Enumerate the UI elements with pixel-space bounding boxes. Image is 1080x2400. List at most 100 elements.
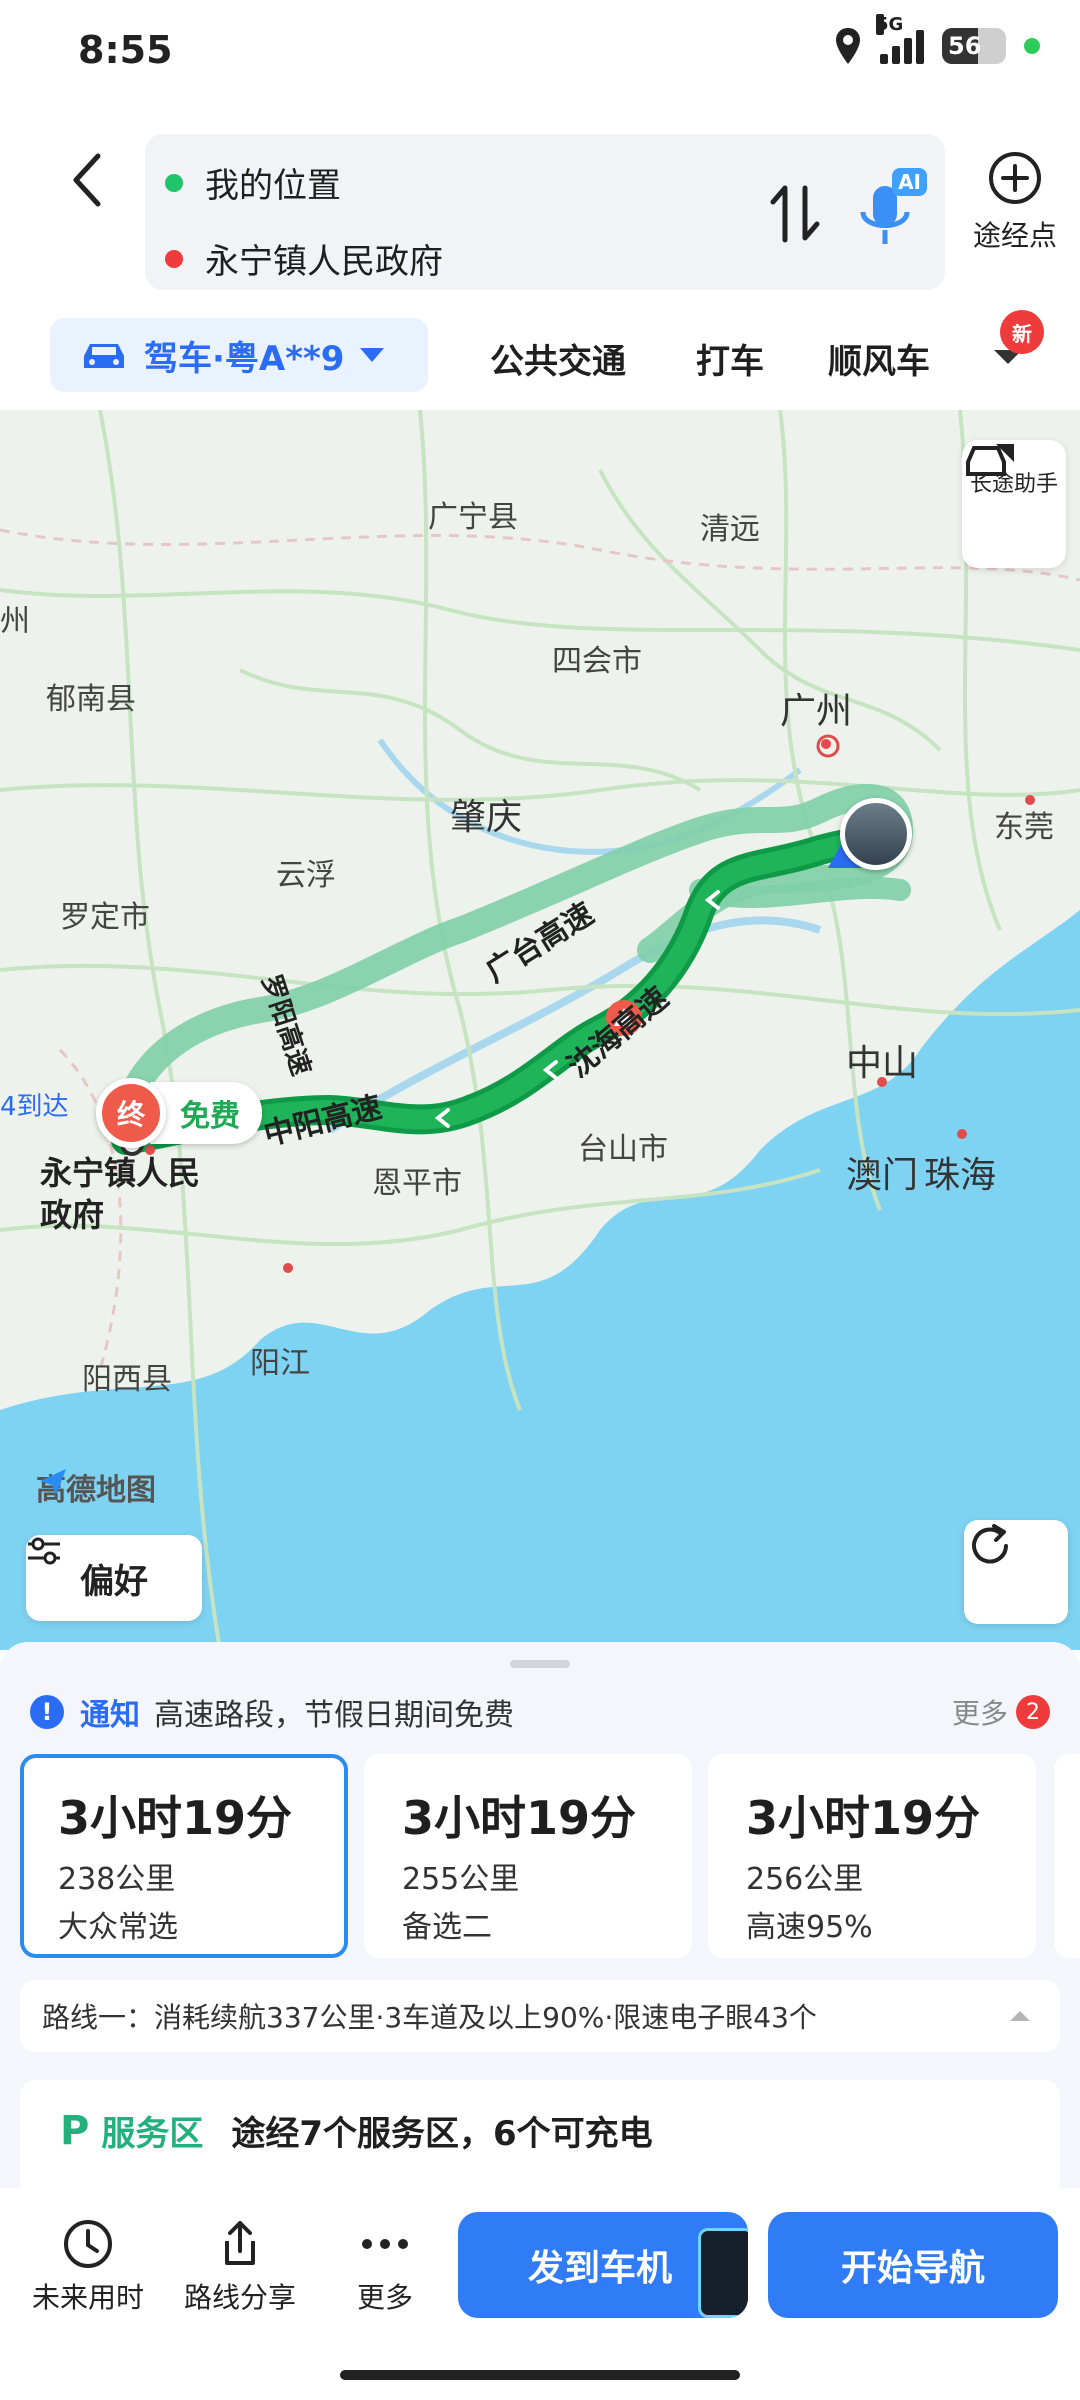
map-label: 清远	[700, 512, 760, 547]
bottom-action-bar: 未来用时 路线分享 更多 发到车机 开始导航	[0, 2188, 1080, 2400]
route-tag: 备选二	[402, 1910, 492, 1945]
map-label: 珠海	[924, 1155, 997, 1196]
notice-tag: 通知	[80, 1698, 140, 1733]
route-distance: 255公里	[402, 1862, 520, 1897]
destination-map-label: 永宁镇人民政府	[40, 1154, 201, 1234]
destination-dot-icon	[165, 249, 183, 268]
share-icon	[225, 2221, 255, 2265]
notice-more-button[interactable]: 更多 2	[952, 1692, 1050, 1732]
network-type: 5G	[876, 14, 904, 35]
status-bar: 8:55 5G 56	[0, 0, 1080, 100]
notice-text: 高速路段，节假日期间免费	[154, 1698, 514, 1733]
route-share-button[interactable]: 路线分享	[180, 2212, 300, 2316]
long-trip-assistant-button[interactable]: 长途助手	[962, 440, 1066, 568]
route-tag: 大众常选	[58, 1910, 178, 1945]
route-input-box: 我的位置 永宁镇人民政府 AI	[145, 134, 945, 290]
preference-label: 偏好	[80, 1561, 148, 1602]
destination-text: 永宁镇人民政府	[205, 242, 443, 282]
privacy-dot	[1024, 38, 1040, 54]
map-label: 广州	[780, 691, 853, 732]
car-device-icon	[698, 2228, 748, 2318]
location-icon	[836, 28, 860, 64]
start-navigation-button[interactable]: 开始导航	[768, 2212, 1058, 2318]
tab-drive[interactable]: 驾车·粤A**9	[50, 318, 428, 392]
more-dots-icon	[362, 2239, 408, 2249]
route-distance: 238公里	[58, 1862, 176, 1897]
back-button[interactable]	[56, 140, 116, 220]
home-indicator[interactable]	[340, 2370, 740, 2380]
map-label: 肇庆	[450, 797, 523, 838]
battery-icon: 56	[942, 28, 1006, 64]
voice-ai-button[interactable]: AI	[851, 168, 927, 252]
parking-icon: P	[60, 2107, 90, 2154]
map-view[interactable]: 广宁县 清远 四会市 广州 郁南县 肇庆 云浮 东莞 罗定市 中山 台山市 恩平…	[0, 410, 1080, 1650]
route-option-4-peek[interactable]	[1054, 1754, 1080, 1958]
notice-count-badge: 2	[1016, 1695, 1050, 1729]
start-field[interactable]: 我的位置	[165, 158, 341, 207]
future-time-label: 未来用时	[31, 2281, 144, 2314]
car-icon	[84, 344, 124, 368]
amap-logo-icon	[40, 1469, 66, 1495]
refresh-button[interactable]	[964, 1520, 1068, 1624]
map-label: 州	[0, 604, 30, 639]
route-option-2[interactable]: 3小时19分 255公里 备选二	[364, 1754, 692, 1958]
route-option-1[interactable]: 3小时19分 238公里 大众常选	[20, 1754, 348, 1958]
map-canvas	[0, 410, 1080, 1650]
route-tag: 高速95%	[746, 1910, 873, 1945]
tab-carpool[interactable]: 顺风车	[828, 334, 930, 383]
arrival-label: 4到达	[0, 1092, 69, 1122]
amap-logo: 高德地图	[36, 1465, 156, 1509]
start-dot-icon	[165, 173, 183, 192]
map-label: 郁南县	[46, 682, 136, 717]
status-time: 8:55	[78, 28, 173, 72]
start-car-avatar	[840, 798, 912, 870]
battery-level: 56	[948, 32, 982, 60]
mode-bar: 驾车·粤A**9 公共交通 打车 顺风车 新	[0, 310, 1080, 400]
panel-grabber[interactable]	[510, 1660, 570, 1668]
ai-badge: AI	[892, 168, 927, 196]
map-label: 广宁县	[428, 500, 518, 535]
map-label: 中山	[846, 1043, 919, 1084]
chevron-down-icon	[360, 348, 385, 362]
new-badge: 新	[1000, 310, 1044, 354]
map-label: 澳门	[846, 1155, 919, 1196]
start-navigation-label: 开始导航	[840, 2248, 985, 2289]
route-distance: 256公里	[746, 1862, 864, 1897]
waypoint-label: 途经点	[972, 219, 1057, 252]
swap-icon[interactable]	[765, 182, 825, 246]
collapse-caret-icon	[1010, 2011, 1030, 2021]
map-label: 云浮	[276, 858, 336, 893]
long-trip-car-icon	[966, 444, 1014, 476]
map-label: 罗定市	[60, 900, 150, 935]
end-marker: 终	[96, 1078, 166, 1148]
start-text: 我的位置	[205, 166, 341, 206]
route-summary[interactable]: 路线一：消耗续航337公里·3车道及以上90%·限速电子眼43个	[20, 1980, 1060, 2052]
map-label: 恩平市	[372, 1166, 462, 1201]
send-to-car-label: 发到车机	[528, 2248, 673, 2289]
free-tag: 免费	[150, 1082, 262, 1144]
service-area-label: 服务区	[101, 2114, 204, 2154]
service-area-text: 途经7个服务区，6个可充电	[231, 2114, 653, 2154]
map-label: 东莞	[994, 810, 1054, 845]
info-icon: !	[30, 1695, 64, 1729]
sliders-icon	[28, 1537, 60, 1565]
route-time: 3小时19分	[402, 1791, 637, 1845]
chevron-left-icon	[73, 153, 101, 207]
route-option-3[interactable]: 3小时19分 256公里 高速95%	[708, 1754, 1036, 1958]
map-label: 阳西县	[82, 1362, 172, 1397]
service-area-row[interactable]: P 服务区 途经7个服务区，6个可充电	[20, 2080, 1060, 2200]
route-summary-text: 路线一：消耗续航337公里·3车道及以上90%·限速电子眼43个	[42, 2001, 817, 2034]
notice-bar[interactable]: ! 通知 高速路段，节假日期间免费 更多 2	[30, 1676, 1050, 1748]
map-label: 四会市	[552, 644, 642, 679]
preference-button[interactable]: 偏好	[26, 1535, 202, 1621]
map-label: 台山市	[578, 1132, 668, 1167]
send-to-car-button[interactable]: 发到车机	[458, 2212, 748, 2318]
tab-taxi[interactable]: 打车	[696, 334, 764, 383]
more-button[interactable]: 更多	[340, 2212, 430, 2316]
add-waypoint-button[interactable]: 途经点	[960, 150, 1070, 254]
drive-label: 驾车·粤A**9	[144, 338, 345, 379]
tab-public-transit[interactable]: 公共交通	[490, 334, 626, 383]
future-time-button[interactable]: 未来用时	[28, 2212, 148, 2316]
destination-field[interactable]: 永宁镇人民政府	[165, 234, 443, 283]
map-label: 阳江	[250, 1346, 310, 1381]
